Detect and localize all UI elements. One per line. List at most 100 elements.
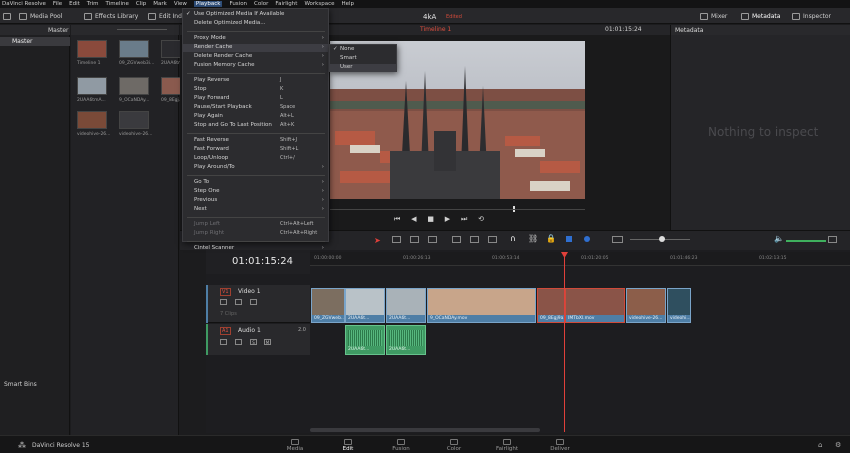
flag-icon[interactable] (566, 236, 572, 242)
menu-item-stop-and-go-to-last-position[interactable]: Stop and Go To Last Position Alt+K (183, 122, 328, 130)
track-lock-icon[interactable] (220, 299, 227, 305)
track-visibility-icon[interactable] (250, 299, 257, 305)
render-cache-option-smart[interactable]: Smart (330, 55, 396, 63)
audio-auto-select-icon[interactable] (235, 339, 242, 345)
selection-tool-icon[interactable]: ➤ (374, 236, 381, 245)
menu-item-play-reverse[interactable]: Play Reverse J (183, 77, 328, 85)
volume-slider[interactable] (786, 240, 826, 242)
video-track-id[interactable]: V1 (220, 288, 231, 296)
menu-workspace[interactable]: Workspace (304, 1, 334, 7)
menu-fusion[interactable]: Fusion (229, 1, 247, 7)
menu-mark[interactable]: Mark (153, 1, 167, 7)
auto-select-icon[interactable] (235, 299, 242, 305)
menu-view[interactable]: View (174, 1, 187, 7)
snapping-icon[interactable]: ∩ (510, 234, 516, 243)
menu-item-use-optimized-media-if-available[interactable]: ✓ Use Optimized Media If Available (183, 11, 328, 19)
media-thumbnail[interactable] (77, 111, 107, 129)
trim-tool-icon[interactable] (392, 236, 401, 243)
audio-lock-icon[interactable] (220, 339, 227, 345)
timeline-playhead[interactable] (564, 252, 565, 432)
menu-davinci-resolve[interactable]: DaVinci Resolve (2, 1, 46, 7)
dynamic-trim-icon[interactable] (410, 236, 419, 243)
menu-item-play-around-to[interactable]: Play Around/To › (183, 164, 328, 172)
menu-item-cintel-scanner[interactable]: Cintel Scanner › (183, 245, 328, 253)
video-clip[interactable]: 2UAA6t... (386, 288, 426, 323)
solo-button[interactable]: S (250, 339, 257, 345)
timeline-scrollbar[interactable] (310, 428, 540, 432)
skip-start-icon[interactable]: ⏮ (394, 215, 400, 225)
blade-tool-icon[interactable] (428, 236, 437, 243)
menu-fairlight[interactable]: Fairlight (275, 1, 297, 7)
inspector-button[interactable]: Inspector (792, 11, 831, 22)
menu-item-loop-unloop[interactable]: Loop/Unloop Ctrl+/ (183, 155, 328, 163)
menu-item-step-one[interactable]: Step One › (183, 188, 328, 196)
menu-item-play-again[interactable]: Play Again Alt+L (183, 113, 328, 121)
render-cache-option-user[interactable]: User (330, 64, 396, 72)
loop-icon[interactable]: ⟲ (478, 215, 484, 225)
menu-item-fusion-memory-cache[interactable]: Fusion Memory Cache › (183, 62, 328, 70)
menu-playback[interactable]: Playback (193, 1, 223, 7)
media-thumbnail[interactable] (77, 77, 107, 95)
menu-trim[interactable]: Trim (87, 1, 99, 7)
thumbnail-size-slider[interactable] (117, 29, 167, 30)
bin-master[interactable]: Master (0, 37, 70, 46)
zoom-mode-icon[interactable] (612, 236, 623, 243)
video-clip[interactable]: videohive-26... (626, 288, 666, 323)
overwrite-clip-icon[interactable] (470, 236, 479, 243)
link-icon[interactable]: ⛓ (528, 234, 538, 243)
timeline-name-label[interactable]: Timeline 1 (420, 26, 451, 33)
video-clip[interactable]: 09_8Egj9a... (537, 288, 565, 323)
page-tab-color[interactable]: Color (434, 439, 474, 452)
audio-meter-icon[interactable] (828, 236, 837, 243)
page-tab-deliver[interactable]: Deliver (540, 439, 580, 452)
zoom-slider-handle[interactable] (659, 236, 665, 242)
page-tab-edit[interactable]: Edit (328, 439, 368, 452)
audio-track-name[interactable]: Audio 1 (238, 327, 261, 334)
page-tab-media[interactable]: Media (275, 439, 315, 452)
timeline-ruler[interactable]: 01:00:00:00 01:00:26:13 01:00:53:14 01:01:2… (310, 252, 850, 266)
volume-icon[interactable]: 🔈 (774, 234, 784, 243)
menu-file[interactable]: File (53, 1, 62, 7)
menu-item-delete-render-cache[interactable]: Delete Render Cache › (183, 53, 328, 61)
play-icon[interactable]: ▶ (445, 215, 450, 225)
audio-track-id[interactable]: A1 (220, 327, 231, 335)
viewer-scrubber[interactable] (330, 209, 585, 210)
media-thumbnail[interactable] (77, 40, 107, 58)
menu-item-go-to[interactable]: Go To › (183, 179, 328, 187)
page-tab-fairlight[interactable]: Fairlight (487, 439, 527, 452)
audio-clip[interactable]: 2UAA6t... (345, 325, 385, 355)
menu-item-previous[interactable]: Previous › (183, 197, 328, 205)
menu-edit[interactable]: Edit (69, 1, 80, 7)
media-thumbnail[interactable] (119, 40, 149, 58)
menu-item-pause-start-playback[interactable]: Pause/Start Playback Space (183, 104, 328, 112)
play-reverse-icon[interactable]: ◀ (411, 215, 416, 225)
video-clip[interactable]: videohi... (667, 288, 691, 323)
settings-gear-icon[interactable]: ⚙ (835, 441, 841, 449)
media-thumbnail[interactable] (119, 77, 149, 95)
menu-item-stop[interactable]: Stop K (183, 86, 328, 94)
video-clip[interactable]: 2UAA6t... (345, 288, 385, 323)
menu-item-render-cache[interactable]: Render Cache › (183, 44, 328, 52)
marker-icon[interactable] (584, 236, 590, 242)
menu-item-delete-optimized-media-[interactable]: Delete Optimized Media... (183, 20, 328, 28)
media-thumbnail[interactable] (119, 111, 149, 129)
menu-item-proxy-mode[interactable]: Proxy Mode › (183, 35, 328, 43)
page-tab-fusion[interactable]: Fusion (381, 439, 421, 452)
video-clip[interactable]: 09_ZGVweb... (311, 288, 345, 323)
skip-end-icon[interactable]: ⏭ (461, 215, 467, 225)
replace-clip-icon[interactable] (488, 236, 497, 243)
menu-help[interactable]: Help (342, 1, 355, 7)
metadata-button[interactable]: Metadata (741, 11, 780, 22)
audio-clip[interactable]: 2UAA6t... (386, 325, 426, 355)
menu-item-next[interactable]: Next › (183, 206, 328, 214)
lock-icon[interactable]: 🔒 (546, 234, 556, 243)
panel-toggle-icon[interactable] (3, 11, 14, 22)
menu-item-fast-reverse[interactable]: Fast Reverse Shift+J (183, 137, 328, 145)
menu-item-play-forward[interactable]: Play Forward L (183, 95, 328, 103)
mute-button[interactable]: M (264, 339, 271, 345)
menu-clip[interactable]: Clip (136, 1, 146, 7)
stop-icon[interactable]: ■ (427, 215, 434, 225)
menu-item-fast-forward[interactable]: Fast Forward Shift+L (183, 146, 328, 154)
video-clip[interactable]: IMTbXl.mov (565, 288, 625, 323)
home-icon[interactable]: ⌂ (818, 441, 822, 449)
